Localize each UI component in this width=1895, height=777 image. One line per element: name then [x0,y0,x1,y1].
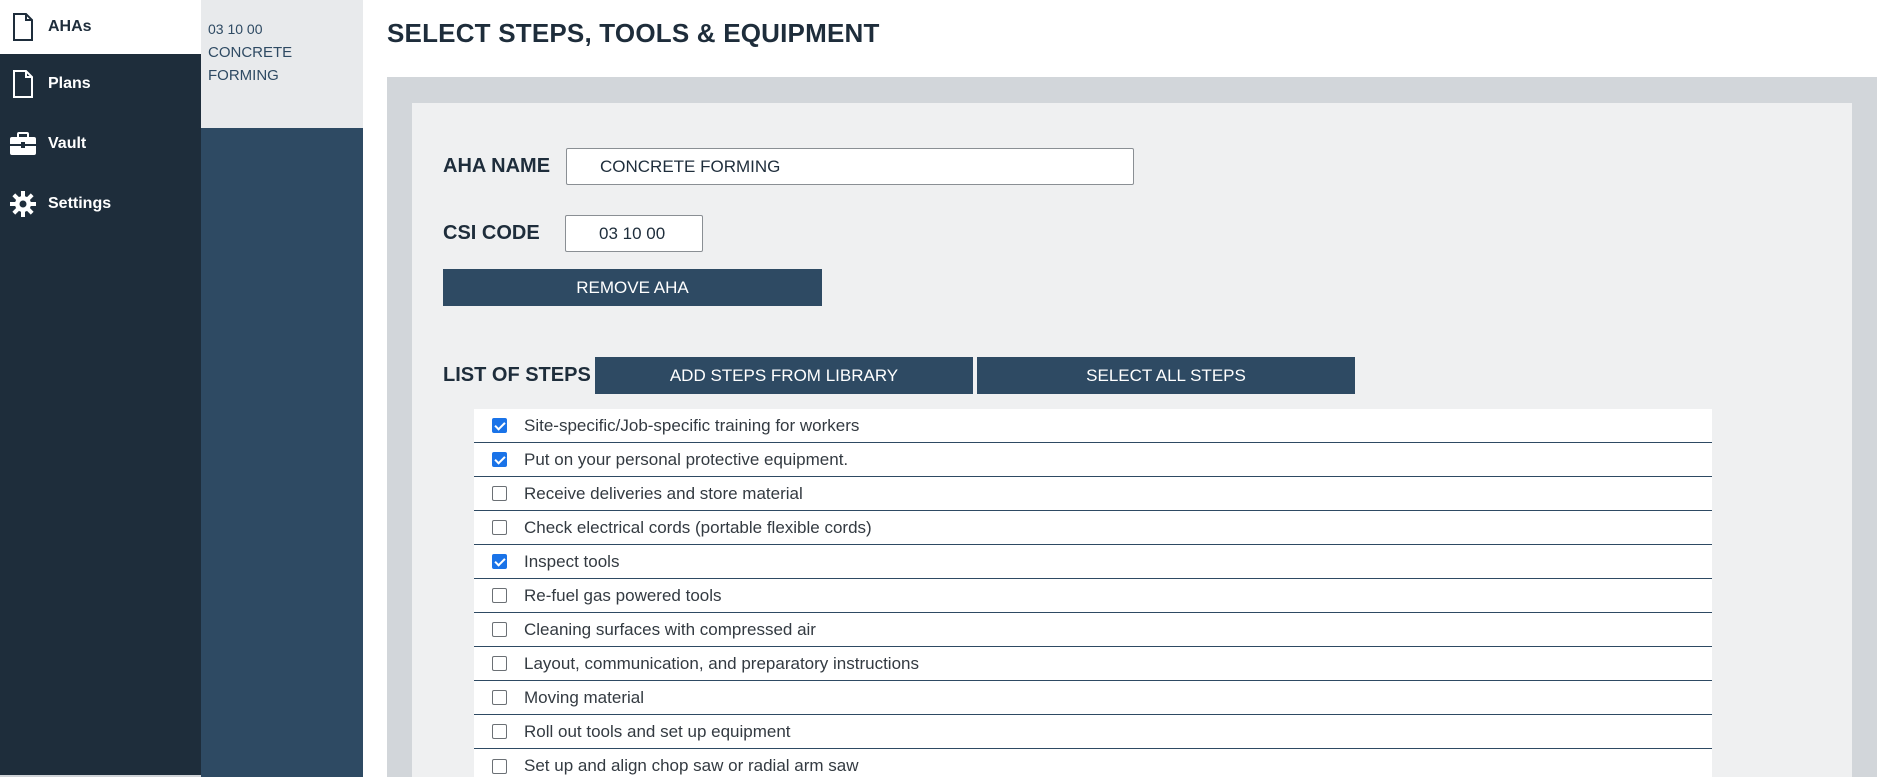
step-label: Check electrical cords (portable flexibl… [524,517,872,537]
csi-code-input[interactable]: 03 10 00 [565,215,703,252]
step-checkbox[interactable] [492,520,507,535]
sidebar-item-label: Vault [48,135,87,152]
csi-code-label: CSI CODE [443,222,540,244]
briefcase-icon [8,129,38,159]
step-row[interactable]: Receive deliveries and store material [474,477,1712,511]
step-label: Roll out tools and set up equipment [524,721,791,741]
step-checkbox[interactable] [492,452,507,467]
step-row[interactable]: Put on your personal protective equipmen… [474,443,1712,477]
step-label: Inspect tools [524,551,620,571]
steps-label: LIST OF STEPS [443,364,591,386]
main-content: SELECT STEPS, TOOLS & EQUIPMENT AHA NAME… [363,0,1895,777]
step-label: Site-specific/Job-specific training for … [524,415,860,435]
aha-list-panel: 03 10 00 CONCRETE FORMING [201,0,363,777]
sidebar-item-label: AHAs [48,18,92,35]
step-checkbox[interactable] [492,418,507,433]
steps-header-row: LIST OF STEPS ADD STEPS FROM LIBRARY SEL… [443,357,1355,394]
step-checkbox[interactable] [492,554,507,569]
step-row[interactable]: Site-specific/Job-specific training for … [474,409,1712,443]
app-root: AHAs Plans Vault Settings 03 10 00 CONCR… [0,0,1895,777]
aha-name-input[interactable]: CONCRETE FORMING [566,148,1134,185]
step-label: Cleaning surfaces with compressed air [524,619,816,639]
aha-list-item-code: 03 10 00 [208,21,263,37]
document-icon [8,69,38,99]
sidebar-item-vault[interactable]: Vault [0,114,201,174]
aha-name-label: AHA NAME [443,155,551,177]
steps-list: Site-specific/Job-specific training for … [474,409,1712,777]
step-label: Re-fuel gas powered tools [524,585,722,605]
step-label: Receive deliveries and store material [524,483,803,503]
add-steps-from-library-button[interactable]: ADD STEPS FROM LIBRARY [595,357,973,394]
step-checkbox[interactable] [492,758,507,774]
step-row[interactable]: Inspect tools [474,545,1712,579]
step-row[interactable]: Roll out tools and set up equipment [474,715,1712,749]
aha-name-row: AHA NAME CONCRETE FORMING [443,148,1134,185]
sidebar-item-label: Plans [48,75,91,92]
step-checkbox[interactable] [492,690,507,705]
form-inner-panel: AHA NAME CONCRETE FORMING CSI CODE 03 10… [412,103,1852,777]
step-row[interactable]: Check electrical cords (portable flexibl… [474,511,1712,545]
form-outer-panel: AHA NAME CONCRETE FORMING CSI CODE 03 10… [387,77,1877,777]
sidebar-item-settings[interactable]: Settings [0,174,201,234]
step-row[interactable]: Set up and align chop saw or radial arm … [474,749,1712,777]
aha-list-item-name: CONCRETE [208,44,293,61]
step-row[interactable]: Re-fuel gas powered tools [474,579,1712,613]
aha-list-item-name: FORMING [208,67,279,84]
step-label: Set up and align chop saw or radial arm … [524,756,859,775]
step-label: Put on your personal protective equipmen… [524,449,849,469]
step-checkbox[interactable] [492,724,507,739]
step-checkbox[interactable] [492,588,507,603]
document-icon [8,12,38,42]
aha-list-item[interactable]: 03 10 00 CONCRETE FORMING [201,0,363,128]
select-all-steps-button[interactable]: SELECT ALL STEPS [977,357,1355,394]
sidebar-item-ahas[interactable]: AHAs [0,0,201,54]
step-row[interactable]: Layout, communication, and preparatory i… [474,647,1712,681]
sidebar-item-plans[interactable]: Plans [0,54,201,114]
sidebar-nav: AHAs Plans Vault Settings [0,0,290,777]
remove-aha-button[interactable]: REMOVE AHA [443,269,822,306]
step-row[interactable]: Cleaning surfaces with compressed air [474,613,1712,647]
step-checkbox[interactable] [492,622,507,637]
sidebar-item-label: Settings [48,195,112,212]
page-title: SELECT STEPS, TOOLS & EQUIPMENT [387,18,880,48]
csi-code-row: CSI CODE 03 10 00 [443,215,703,252]
step-label: Moving material [524,687,644,707]
step-checkbox[interactable] [492,656,507,671]
step-row[interactable]: Moving material [474,681,1712,715]
step-label: Layout, communication, and preparatory i… [524,653,919,673]
gear-icon [8,189,38,219]
step-checkbox[interactable] [492,486,507,501]
